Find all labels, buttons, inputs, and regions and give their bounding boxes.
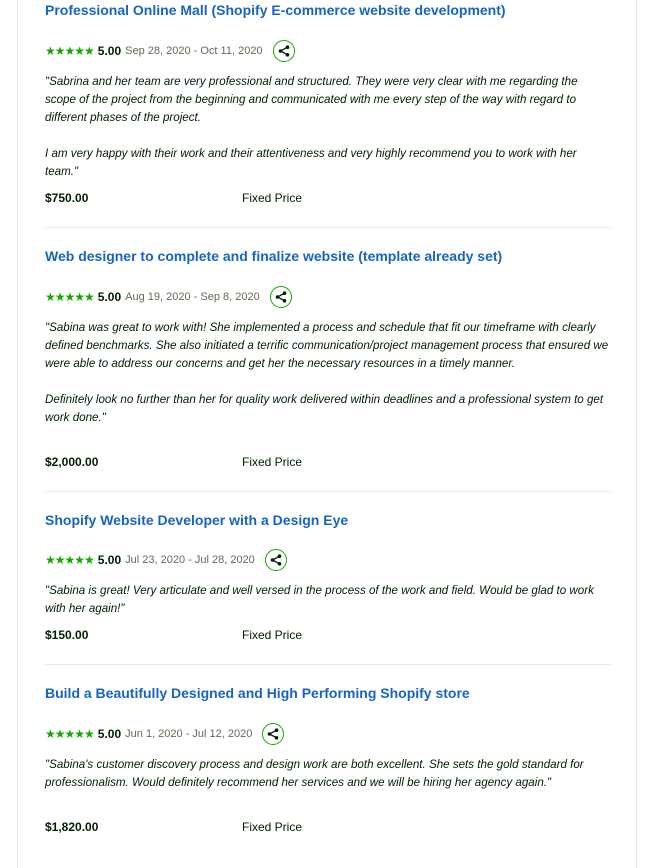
review-title-link[interactable]: Shopify Website Developer with a Design … <box>45 512 348 528</box>
review-feedback: "Sabina is great! Very articulate and we… <box>45 582 611 618</box>
share-button[interactable] <box>262 723 285 745</box>
review-paragraph: "Sabina's customer discovery process and… <box>45 758 584 789</box>
star-rating-icon: ★★★★★ <box>45 553 95 567</box>
share-icon <box>278 45 289 57</box>
review-paragraph: Definitely look no further than her for … <box>45 393 604 424</box>
rating-row: ★★★★★ 5.00 Jul 23, 2020 - Jul 28, 2020 <box>45 547 287 573</box>
contract-type: Fixed Price <box>242 628 303 642</box>
review-feedback: "Sabrina and her team are very professio… <box>45 73 611 181</box>
contract-type: Fixed Price <box>242 820 303 834</box>
contract-type: Fixed Price <box>242 455 303 469</box>
review-paragraph: I am very happy with their work and thei… <box>45 147 577 178</box>
rating-row: ★★★★★ 5.00 Aug 19, 2020 - Sep 8, 2020 <box>45 284 292 310</box>
share-icon <box>270 554 282 566</box>
review-item: Professional Online Mall (Shopify E-comm… <box>45 0 611 210</box>
contract-dates: Aug 19, 2020 - Sep 8, 2020 <box>125 291 260 303</box>
review-paragraph: "Sabrina and her team are very professio… <box>45 75 578 124</box>
review-item: Shopify Website Developer with a Design … <box>45 510 611 650</box>
rating-score: 5.00 <box>97 44 122 58</box>
divider <box>45 664 611 665</box>
share-icon <box>268 728 279 740</box>
contract-price: $1,820.00 <box>45 820 99 834</box>
review-feedback: "Sabina's customer discovery process and… <box>45 756 611 792</box>
star-rating-icon: ★★★★★ <box>45 727 95 741</box>
review-paragraph: "Sabina was great to work with! She impl… <box>45 321 609 370</box>
share-button[interactable] <box>272 40 295 62</box>
rating-row: ★★★★★ 5.00 Jun 1, 2020 - Jul 12, 2020 <box>45 721 285 747</box>
rating-row: ★★★★★ 5.00 Sep 28, 2020 - Oct 11, 2020 <box>45 38 295 64</box>
contract-price: $150.00 <box>45 628 89 642</box>
contract-dates: Sep 28, 2020 - Oct 11, 2020 <box>125 45 263 57</box>
star-rating-icon: ★★★★★ <box>45 290 95 304</box>
contract-price: $750.00 <box>45 191 89 205</box>
share-button[interactable] <box>264 549 287 571</box>
contract-dates: Jun 1, 2020 - Jul 12, 2020 <box>125 728 253 740</box>
share-button[interactable] <box>269 286 292 308</box>
review-paragraph: "Sabina is great! Very articulate and we… <box>45 584 594 615</box>
contract-type: Fixed Price <box>242 191 303 205</box>
review-title-link[interactable]: Web designer to complete and finalize we… <box>45 248 502 264</box>
rating-score: 5.00 <box>97 290 122 304</box>
divider <box>45 227 611 228</box>
review-item: Build a Beautifully Designed and High Pe… <box>45 683 611 843</box>
review-title-link[interactable]: Professional Online Mall (Shopify E-comm… <box>45 2 506 18</box>
rating-score: 5.00 <box>97 553 122 567</box>
contract-dates: Jul 23, 2020 - Jul 28, 2020 <box>125 554 255 566</box>
review-title-link[interactable]: Build a Beautifully Designed and High Pe… <box>45 685 470 701</box>
share-icon <box>275 291 287 303</box>
contract-price: $2,000.00 <box>45 455 99 469</box>
rating-score: 5.00 <box>97 727 122 741</box>
review-feedback: "Sabina was great to work with! She impl… <box>45 319 611 427</box>
star-rating-icon: ★★★★★ <box>45 44 95 58</box>
review-item: Web designer to complete and finalize we… <box>45 246 611 476</box>
divider <box>45 491 611 492</box>
